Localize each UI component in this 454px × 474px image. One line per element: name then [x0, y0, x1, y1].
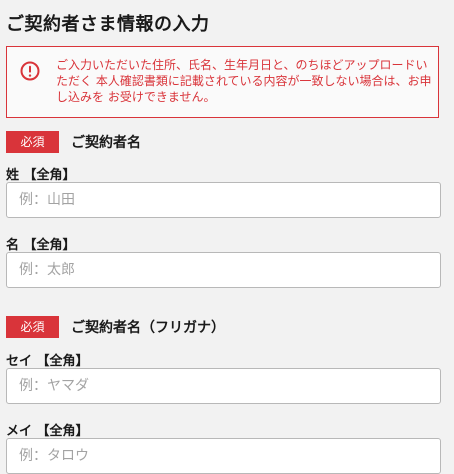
section-header-name: 必須 ご契約者名 — [6, 131, 141, 153]
page-title: ご契約者さま情報の入力 — [6, 14, 210, 35]
first-name-label: 名 【全角】 — [6, 238, 76, 253]
last-name-input[interactable] — [6, 182, 441, 218]
last-name-kana-input[interactable] — [6, 368, 441, 404]
first-name-input[interactable] — [6, 252, 441, 288]
warning-message: ご入力いただいた住所、氏名、生年月日と、のちほどアップロードいただく 本人確認書… — [56, 58, 432, 104]
section-header-furigana: 必須 ご契約者名（フリガナ） — [6, 316, 225, 338]
exclamation-circle-icon — [20, 61, 40, 81]
first-name-kana-input[interactable] — [6, 438, 441, 474]
required-badge: 必須 — [6, 316, 59, 338]
section-label: ご契約者名 — [71, 135, 141, 151]
last-name-label: 姓 【全角】 — [6, 168, 76, 183]
last-name-kana-label: セイ 【全角】 — [6, 354, 89, 369]
first-name-kana-label: メイ 【全角】 — [6, 424, 89, 439]
contractor-info-form: ご契約者さま情報の入力 ご入力いただいた住所、氏名、生年月日と、のちほどアップロ… — [0, 0, 454, 474]
section-label: ご契約者名（フリガナ） — [71, 320, 225, 336]
required-badge: 必須 — [6, 131, 59, 153]
warning-notice: ご入力いただいた住所、氏名、生年月日と、のちほどアップロードいただく 本人確認書… — [6, 46, 439, 118]
